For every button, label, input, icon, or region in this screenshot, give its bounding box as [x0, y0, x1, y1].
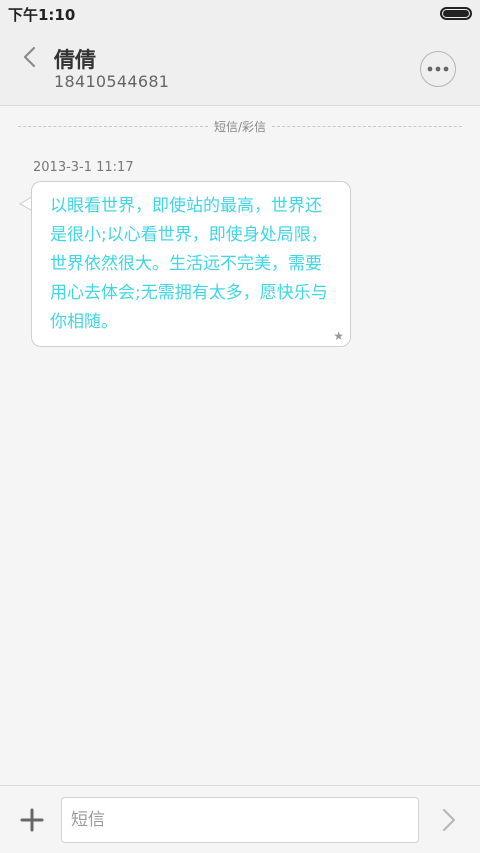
- send-chevron-icon: [442, 808, 456, 832]
- status-time: 下午1:10: [8, 6, 76, 24]
- message-bubble[interactable]: 以眼看世界，即使站的最高，世界还是很小;以心看世界，即使身处局限，世界依然很大。…: [31, 181, 351, 347]
- sms-input[interactable]: [61, 797, 419, 843]
- add-attachment-button[interactable]: [18, 806, 46, 834]
- message-type-divider: 短信/彩信: [18, 118, 463, 134]
- message-text: 以眼看世界，即使站的最高，世界还是很小;以心看世界，即使身处局限，世界依然很大。…: [50, 196, 328, 332]
- contact-name: 倩倩: [54, 48, 96, 72]
- divider-line-left: [18, 125, 208, 127]
- composer-bar: [0, 785, 480, 853]
- message-timestamp: 2013-3-1 11:17: [33, 160, 134, 175]
- star-icon: ★: [333, 329, 344, 343]
- more-dots-icon: [427, 66, 449, 72]
- send-button[interactable]: [438, 807, 460, 833]
- divider-line-right: [272, 125, 463, 127]
- contact-number: 18410544681: [54, 72, 170, 91]
- back-button[interactable]: [14, 42, 44, 72]
- status-bar: 下午1:10: [0, 0, 480, 26]
- battery-level: [443, 10, 469, 17]
- back-chevron-icon: [23, 46, 36, 68]
- conversation-header: 倩倩 18410544681: [0, 26, 480, 106]
- message-type-label: 短信/彩信: [213, 119, 267, 134]
- more-options-button[interactable]: [420, 51, 456, 87]
- plus-icon: [20, 808, 44, 832]
- battery-icon: [440, 7, 472, 20]
